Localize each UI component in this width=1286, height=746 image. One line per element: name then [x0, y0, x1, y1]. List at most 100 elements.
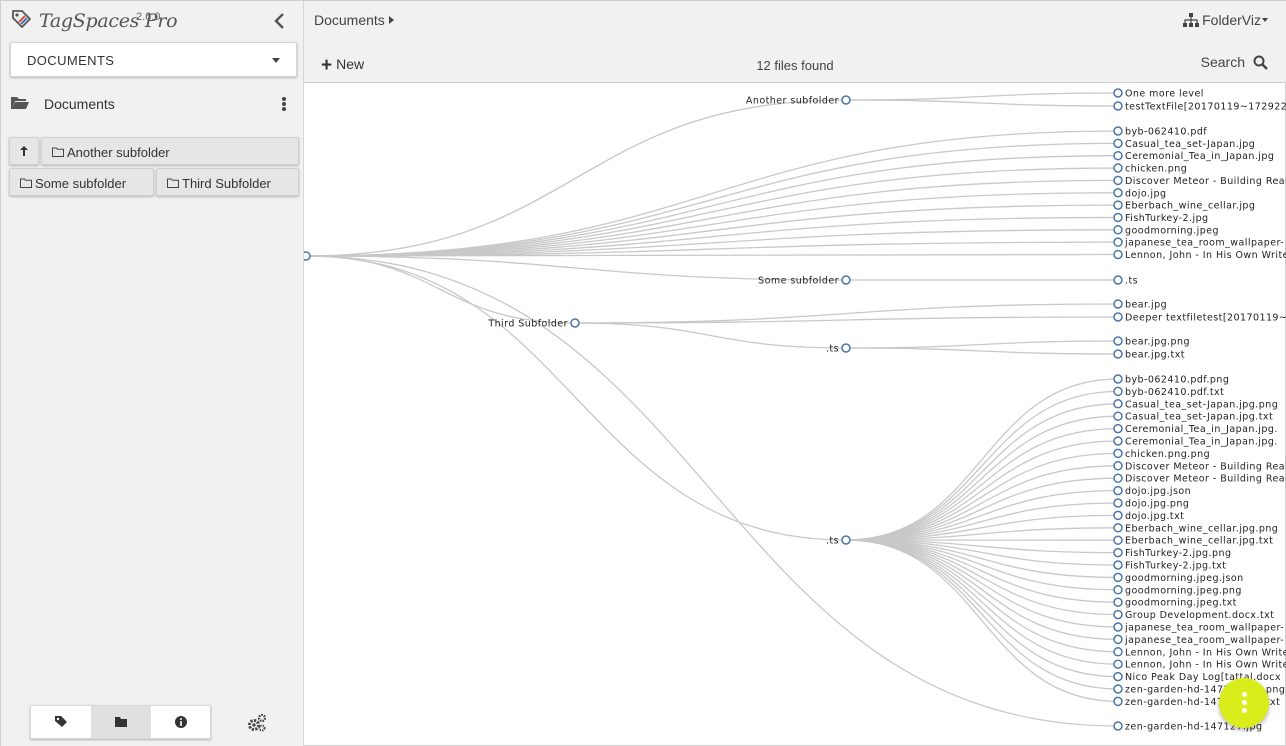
tree-label[interactable]: byb-062410.pdf — [1125, 127, 1207, 138]
file-node[interactable] — [1113, 423, 1123, 434]
tree-label[interactable]: FishTurkey-2.jpg — [1125, 213, 1209, 224]
tree-label[interactable]: Discover Meteor - Building Real — [1125, 474, 1286, 485]
file-node[interactable] — [1113, 585, 1123, 595]
tree-label[interactable]: goodmorning.jpeg.png — [1125, 585, 1242, 596]
tree-label[interactable]: chicken.png — [1125, 164, 1187, 175]
file-node[interactable] — [1113, 275, 1123, 285]
tree-label[interactable]: goodmorning.jpeg — [1125, 225, 1219, 236]
tree-label[interactable]: .ts — [826, 536, 839, 547]
file-node[interactable] — [1113, 225, 1123, 235]
tree-label[interactable]: goodmorning.jpeg.txt — [1125, 598, 1237, 609]
fab-more-button[interactable] — [1219, 678, 1269, 728]
tree-label[interactable]: Casual_tea_set-Japan.jpg.txt — [1125, 412, 1273, 423]
file-node[interactable] — [1113, 175, 1123, 186]
tree-label[interactable]: goodmorning.jpeg.json — [1125, 573, 1244, 584]
file-node[interactable] — [1113, 485, 1123, 496]
file-node[interactable] — [1113, 101, 1123, 111]
parent-folder-button[interactable] — [9, 137, 39, 165]
tree-label[interactable]: testTextFile[20170119~172922] — [1125, 102, 1286, 113]
file-node[interactable] — [1113, 138, 1123, 149]
tree-label[interactable]: One more level — [1125, 89, 1204, 100]
tree-label[interactable]: Eberbach_wine_cellar.jpg — [1125, 201, 1255, 212]
tree-label[interactable]: Ceremonial_Tea_in_Japan.jpg. — [1125, 437, 1278, 448]
tree-label[interactable]: Ceremonial_Tea_in_Japan.jpg. — [1125, 424, 1278, 435]
root-node[interactable] — [304, 251, 311, 261]
file-node[interactable] — [1113, 374, 1123, 384]
tree-label[interactable]: Casual_tea_set-Japan.jpg — [1125, 139, 1255, 150]
tree-label[interactable]: Ceremonial_Tea_in_Japan.jpg — [1125, 151, 1274, 162]
file-node[interactable] — [1113, 498, 1123, 508]
file-node[interactable] — [1113, 671, 1123, 682]
tree-label[interactable]: Third Subfolder — [487, 319, 568, 330]
chevron-left-icon[interactable] — [269, 10, 291, 32]
file-node[interactable] — [1113, 399, 1123, 409]
subfolder-button-third[interactable]: Third Subfolder — [156, 168, 299, 196]
file-node[interactable] — [1113, 572, 1123, 583]
tree-label[interactable]: chicken.png.png — [1125, 449, 1210, 460]
file-node[interactable] — [1113, 560, 1123, 570]
file-node[interactable] — [1113, 88, 1123, 98]
file-node[interactable] — [1113, 622, 1123, 632]
breadcrumb[interactable]: Documents — [314, 12, 394, 28]
perspective-switcher[interactable]: FolderViz — [1183, 12, 1268, 28]
file-node[interactable] — [1113, 150, 1123, 161]
subfolder-button-another[interactable]: Another subfolder — [41, 137, 299, 165]
file-node[interactable] — [1113, 547, 1123, 558]
file-node[interactable] — [1113, 597, 1123, 607]
file-node[interactable] — [1113, 510, 1123, 521]
tree-label[interactable]: bear.jpg — [1125, 300, 1167, 311]
location-select[interactable]: DOCUMENTS — [10, 42, 297, 77]
file-node[interactable] — [1113, 696, 1123, 707]
tree-label[interactable]: bear.jpg.txt — [1125, 350, 1185, 361]
file-node[interactable] — [1113, 411, 1123, 421]
file-node[interactable] — [1113, 609, 1123, 620]
file-node[interactable] — [1113, 659, 1123, 669]
tree-label[interactable]: dojo.jpg — [1125, 188, 1166, 199]
folder-node[interactable] — [841, 343, 851, 353]
folder-node[interactable] — [570, 318, 580, 328]
tree-label[interactable]: bear.jpg.png — [1125, 337, 1190, 348]
tree-label[interactable]: byb-062410.pdf.png — [1125, 375, 1229, 386]
tree-label[interactable]: Group Development.docx.txt — [1125, 610, 1274, 621]
file-node[interactable] — [1113, 212, 1123, 223]
file-node[interactable] — [1113, 299, 1123, 309]
tree-label[interactable]: Eberbach_wine_cellar.jpg.png — [1125, 523, 1278, 534]
file-node[interactable] — [1113, 634, 1123, 645]
folder-viz-canvas[interactable]: byb-062410.pdf Casual_tea_set-Japan.jpg Ce… — [304, 83, 1286, 746]
search-button[interactable]: Search — [1201, 54, 1268, 70]
folder-node[interactable] — [841, 275, 851, 285]
file-node[interactable] — [1113, 473, 1123, 483]
file-node[interactable] — [1113, 349, 1123, 359]
tree-label[interactable]: FishTurkey-2.jpg.png — [1125, 548, 1231, 559]
tree-label[interactable]: Some subfolder — [758, 276, 839, 287]
tree-label[interactable]: byb-062410.pdf.txt — [1125, 387, 1224, 398]
more-vert-icon[interactable] — [280, 94, 288, 112]
tree-label[interactable]: Casual_tea_set-Japan.jpg.png — [1125, 399, 1278, 410]
tab-tags[interactable] — [31, 706, 91, 738]
file-node[interactable] — [1113, 448, 1123, 459]
tree-label[interactable]: FishTurkey-2.jpg.txt — [1125, 561, 1226, 572]
file-node[interactable] — [1113, 721, 1123, 731]
tree-label[interactable]: dojo.jpg.txt — [1125, 511, 1184, 522]
tree-label[interactable]: Deeper textfiletest[20170119~17 — [1125, 313, 1286, 324]
file-node[interactable] — [1113, 336, 1123, 346]
file-node[interactable] — [1113, 188, 1123, 198]
file-node[interactable] — [1113, 535, 1123, 545]
folder-node[interactable] — [841, 535, 851, 545]
tree-label[interactable]: dojo.jpg.json — [1125, 486, 1191, 497]
file-node[interactable] — [1113, 312, 1123, 322]
tree-label[interactable]: Eberbach_wine_cellar.jpg.txt — [1125, 536, 1273, 547]
file-node[interactable] — [1113, 647, 1123, 657]
tab-folders[interactable] — [91, 706, 151, 738]
tree-label[interactable]: Another subfolder — [746, 96, 839, 107]
gears-icon[interactable] — [247, 713, 267, 733]
file-node[interactable] — [1113, 436, 1123, 446]
tree-label[interactable]: .ts — [1125, 276, 1138, 287]
tree-label[interactable]: japanese_tea_room_wallpaper- — [1124, 635, 1284, 646]
file-node[interactable] — [1113, 200, 1123, 210]
tree-label[interactable]: japanese_tea_room_wallpaper- — [1124, 238, 1284, 249]
file-node[interactable] — [1113, 249, 1123, 260]
tree-label[interactable]: Lennon, John - In His Own Write — [1125, 250, 1286, 261]
file-node[interactable] — [1113, 461, 1123, 471]
file-node[interactable] — [1113, 237, 1123, 247]
